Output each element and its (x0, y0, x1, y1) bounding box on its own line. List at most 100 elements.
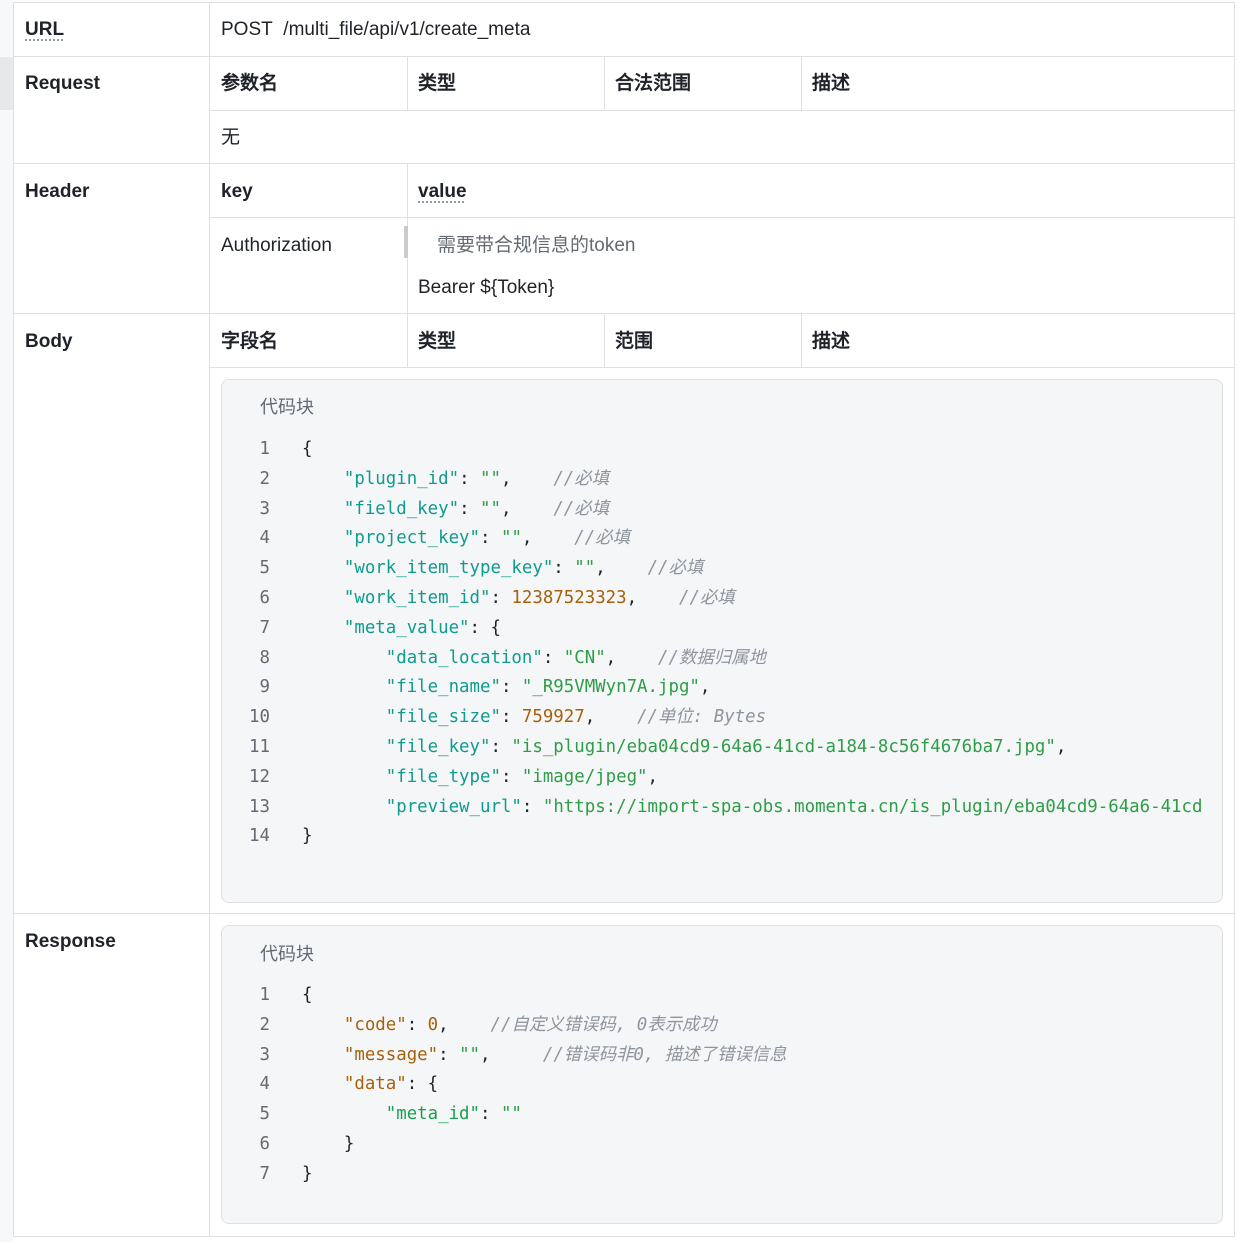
code-text: } (302, 1159, 312, 1189)
header-label: Header (25, 181, 90, 202)
body-col-field: 字段名 (221, 331, 279, 352)
row-divider (13, 913, 1235, 914)
code-line: 6 "work_item_id": 12387523323, //必填 (222, 583, 1222, 613)
code-text: "data_location": "CN", //数据归属地 (302, 643, 766, 673)
code-token: 759927 (521, 707, 585, 728)
code-text: "file_name": "_R95VMWyn7A.jpg", (302, 672, 711, 702)
code-line: 11 "file_key": "is_plugin/eba04cd9-64a6-… (222, 732, 1222, 762)
response-code-block[interactable]: 代码块 1{2 "code": 0, //自定义错误码, 0表示成功 3 "mes… (221, 925, 1223, 1224)
code-token: "plugin_id" (343, 468, 460, 489)
col-divider (604, 313, 605, 367)
code-token: //必填 (553, 498, 610, 519)
body-code-block[interactable]: 代码块 1{2 "plugin_id": "", //必填 3 "field_ke… (221, 379, 1223, 903)
code-line: 5 "meta_id": "" (222, 1099, 1222, 1129)
code-token: : (500, 707, 522, 728)
line-number: 3 (259, 1044, 270, 1065)
code-token: //自定义错误码, 0表示成功 (490, 1014, 717, 1035)
code-token: : (521, 796, 543, 817)
line-number: 2 (259, 1014, 270, 1035)
code-token: { (302, 985, 313, 1005)
code-text: "message": "", //错误码非0, 描述了错误信息 (302, 1040, 787, 1070)
code-token: "" (500, 528, 522, 549)
code-text: "work_item_id": 12387523323, //必填 (302, 583, 735, 613)
code-token: : (500, 677, 522, 698)
code-line: 4 "data": { (222, 1069, 1222, 1099)
col-divider (801, 56, 802, 110)
code-line: 7 "meta_value": { (222, 613, 1222, 643)
code-token: "preview_url" (385, 796, 522, 817)
request-col-name: 参数名 (221, 73, 279, 94)
code-token: : (406, 1014, 428, 1035)
code-token: "" (480, 468, 501, 489)
url-value: POST /multi_file/api/v1/create_meta (221, 18, 530, 42)
code-text: } (302, 1129, 354, 1159)
code-token: "" (459, 1044, 481, 1065)
col-divider (407, 56, 408, 110)
code-token: "code" (343, 1014, 407, 1035)
code-text: "plugin_id": "", //必填 (302, 464, 609, 494)
code-text: { (302, 434, 312, 464)
code-token: "https://import-spa-obs.momenta.cn/is_pl… (542, 796, 1203, 817)
code-text: "file_key": "is_plugin/eba04cd9-64a6-41c… (302, 732, 1067, 762)
row-divider (13, 313, 1235, 314)
code-token: : (459, 468, 481, 489)
line-number: 1 (259, 439, 270, 459)
code-line: 2 "code": 0, //自定义错误码, 0表示成功 (222, 1010, 1222, 1040)
code-token: "file_size" (385, 707, 501, 728)
line-number: 8 (259, 647, 270, 668)
code-text: "data": { (302, 1069, 438, 1099)
code-token: , (595, 558, 648, 579)
code-token: 0 (427, 1014, 439, 1035)
code-token: 12387523323 (511, 588, 627, 608)
code-token: , (1055, 737, 1067, 757)
row-divider (13, 56, 1235, 57)
code-token: , (500, 498, 554, 519)
code-token: "file_type" (385, 766, 501, 787)
code-token: "data_location" (385, 647, 543, 668)
code-token: : (480, 528, 501, 549)
line-number: 14 (249, 826, 270, 847)
url-label: URL (25, 19, 65, 40)
line-number: 4 (259, 1074, 270, 1095)
header-value-note: 需要带合规信息的token (437, 235, 636, 256)
line-number: 10 (249, 707, 270, 728)
code-token: "work_item_id" (343, 588, 491, 608)
code-token: "message" (343, 1044, 439, 1065)
code-token: , (647, 766, 659, 787)
code-token: "data" (343, 1074, 407, 1095)
code-line: 7} (222, 1159, 1222, 1189)
code-token: { (302, 439, 313, 459)
header-col-value: value (418, 181, 467, 202)
code-token: "meta_value" (343, 617, 470, 638)
code-token: "is_plugin/eba04cd9-64a6-41cd-a184-8c56f… (511, 737, 1056, 757)
line-number: 13 (249, 796, 270, 817)
code-token: : { (469, 617, 501, 638)
code-text: "code": 0, //自定义错误码, 0表示成功 (302, 1010, 717, 1040)
line-number: 12 (249, 766, 270, 787)
code-line: 10 "file_size": 759927, //单位: Bytes (222, 702, 1222, 732)
code-line: 1{ (222, 434, 1222, 464)
code-token: "CN" (563, 647, 606, 668)
left-gutter (0, 0, 13, 1242)
code-token: , (699, 677, 711, 698)
code-token: "" (500, 1104, 522, 1125)
row-divider (209, 367, 1235, 368)
request-label: Request (25, 73, 100, 94)
line-number: 6 (259, 1134, 270, 1154)
code-line: 9 "file_name": "_R95VMWyn7A.jpg", (222, 672, 1222, 702)
code-token: , (480, 1044, 543, 1065)
line-number: 5 (259, 558, 270, 579)
code-text: "field_key": "", //必填 (302, 494, 609, 524)
code-token: , (521, 528, 575, 549)
code-token: //必填 (647, 558, 704, 579)
code-text: } (302, 821, 312, 851)
code-token: , (605, 647, 659, 668)
